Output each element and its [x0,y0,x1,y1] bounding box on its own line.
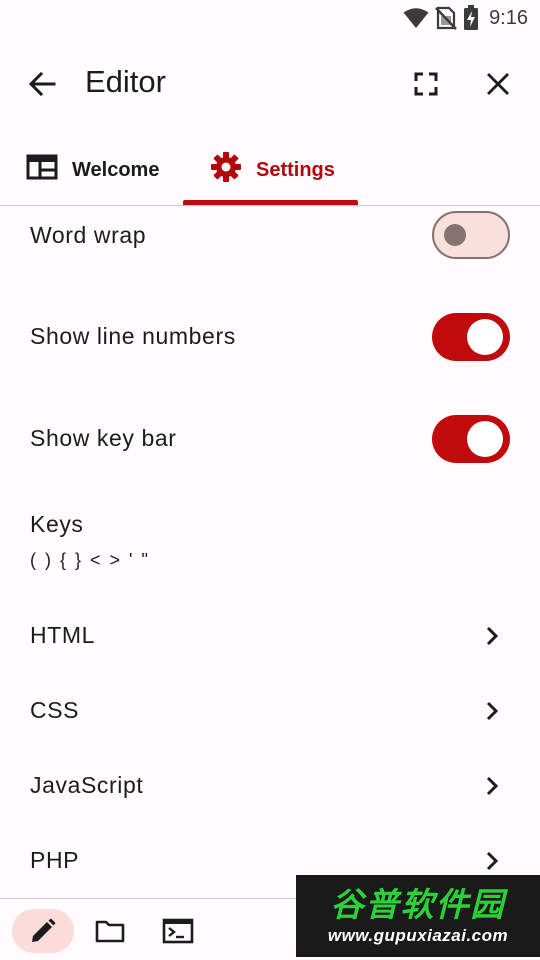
terminal-button[interactable] [156,909,200,953]
terminal-icon [162,918,194,944]
setting-html[interactable]: HTML [0,604,540,664]
chevron-right-icon [486,626,499,646]
setting-label: Show key bar [30,425,177,451]
tab-indicator [183,200,358,205]
setting-javascript[interactable]: JavaScript [0,754,540,814]
wifi-icon [403,7,429,29]
setting-word-wrap[interactable]: Word wrap [0,206,540,268]
tab-bar: Welcome Settings [0,136,540,206]
folder-icon [95,920,125,943]
tab-settings[interactable]: Settings [210,136,335,204]
tab-welcome[interactable]: Welcome [26,136,159,204]
settings-list[interactable]: Word wrap Show line numbers Show key bar… [0,206,540,898]
close-icon[interactable] [478,66,518,102]
edit-button[interactable] [12,909,74,953]
watermark-url: www.gupuxiazai.com [327,926,509,945]
no-sim-icon [435,5,457,31]
setting-keys[interactable]: Keys ( ) { } < > ' " [0,502,540,586]
setting-label: PHP [30,847,80,873]
tab-label: Welcome [72,158,160,181]
setting-label: JavaScript [30,772,144,798]
chevron-right-icon [486,701,499,721]
battery-charging-icon [463,5,479,31]
chevron-right-icon [486,776,499,796]
pencil-icon [32,918,56,942]
watermark-title: 谷普软件园 [330,886,506,923]
tab-label: Settings [256,158,335,181]
setting-label: Keys [30,511,84,537]
watermark-logo: 谷普软件园 www.gupuxiazai.com [296,875,540,957]
word-wrap-switch[interactable] [432,211,510,259]
show-key-bar-switch[interactable] [432,415,510,463]
keys-value: ( ) { } < > ' " [30,550,150,570]
status-time: 9:16 [489,6,528,29]
browser-window-icon [26,154,58,186]
page-title: Editor [85,64,166,99]
gear-icon [210,151,242,189]
setting-label: HTML [30,622,96,648]
back-arrow-icon[interactable] [24,66,60,102]
setting-css[interactable]: CSS [0,679,540,739]
setting-label: CSS [30,697,80,723]
app-bar: Editor [0,48,540,120]
setting-label: Word wrap [30,222,147,248]
fullscreen-icon[interactable] [406,66,446,102]
chevron-right-icon [486,851,499,871]
show-line-numbers-switch[interactable] [432,313,510,361]
setting-label: Show line numbers [30,323,236,349]
status-bar: 9:16 [0,0,540,36]
setting-show-line-numbers[interactable]: Show line numbers [0,306,540,368]
setting-show-key-bar[interactable]: Show key bar [0,408,540,470]
files-button[interactable] [88,909,132,953]
